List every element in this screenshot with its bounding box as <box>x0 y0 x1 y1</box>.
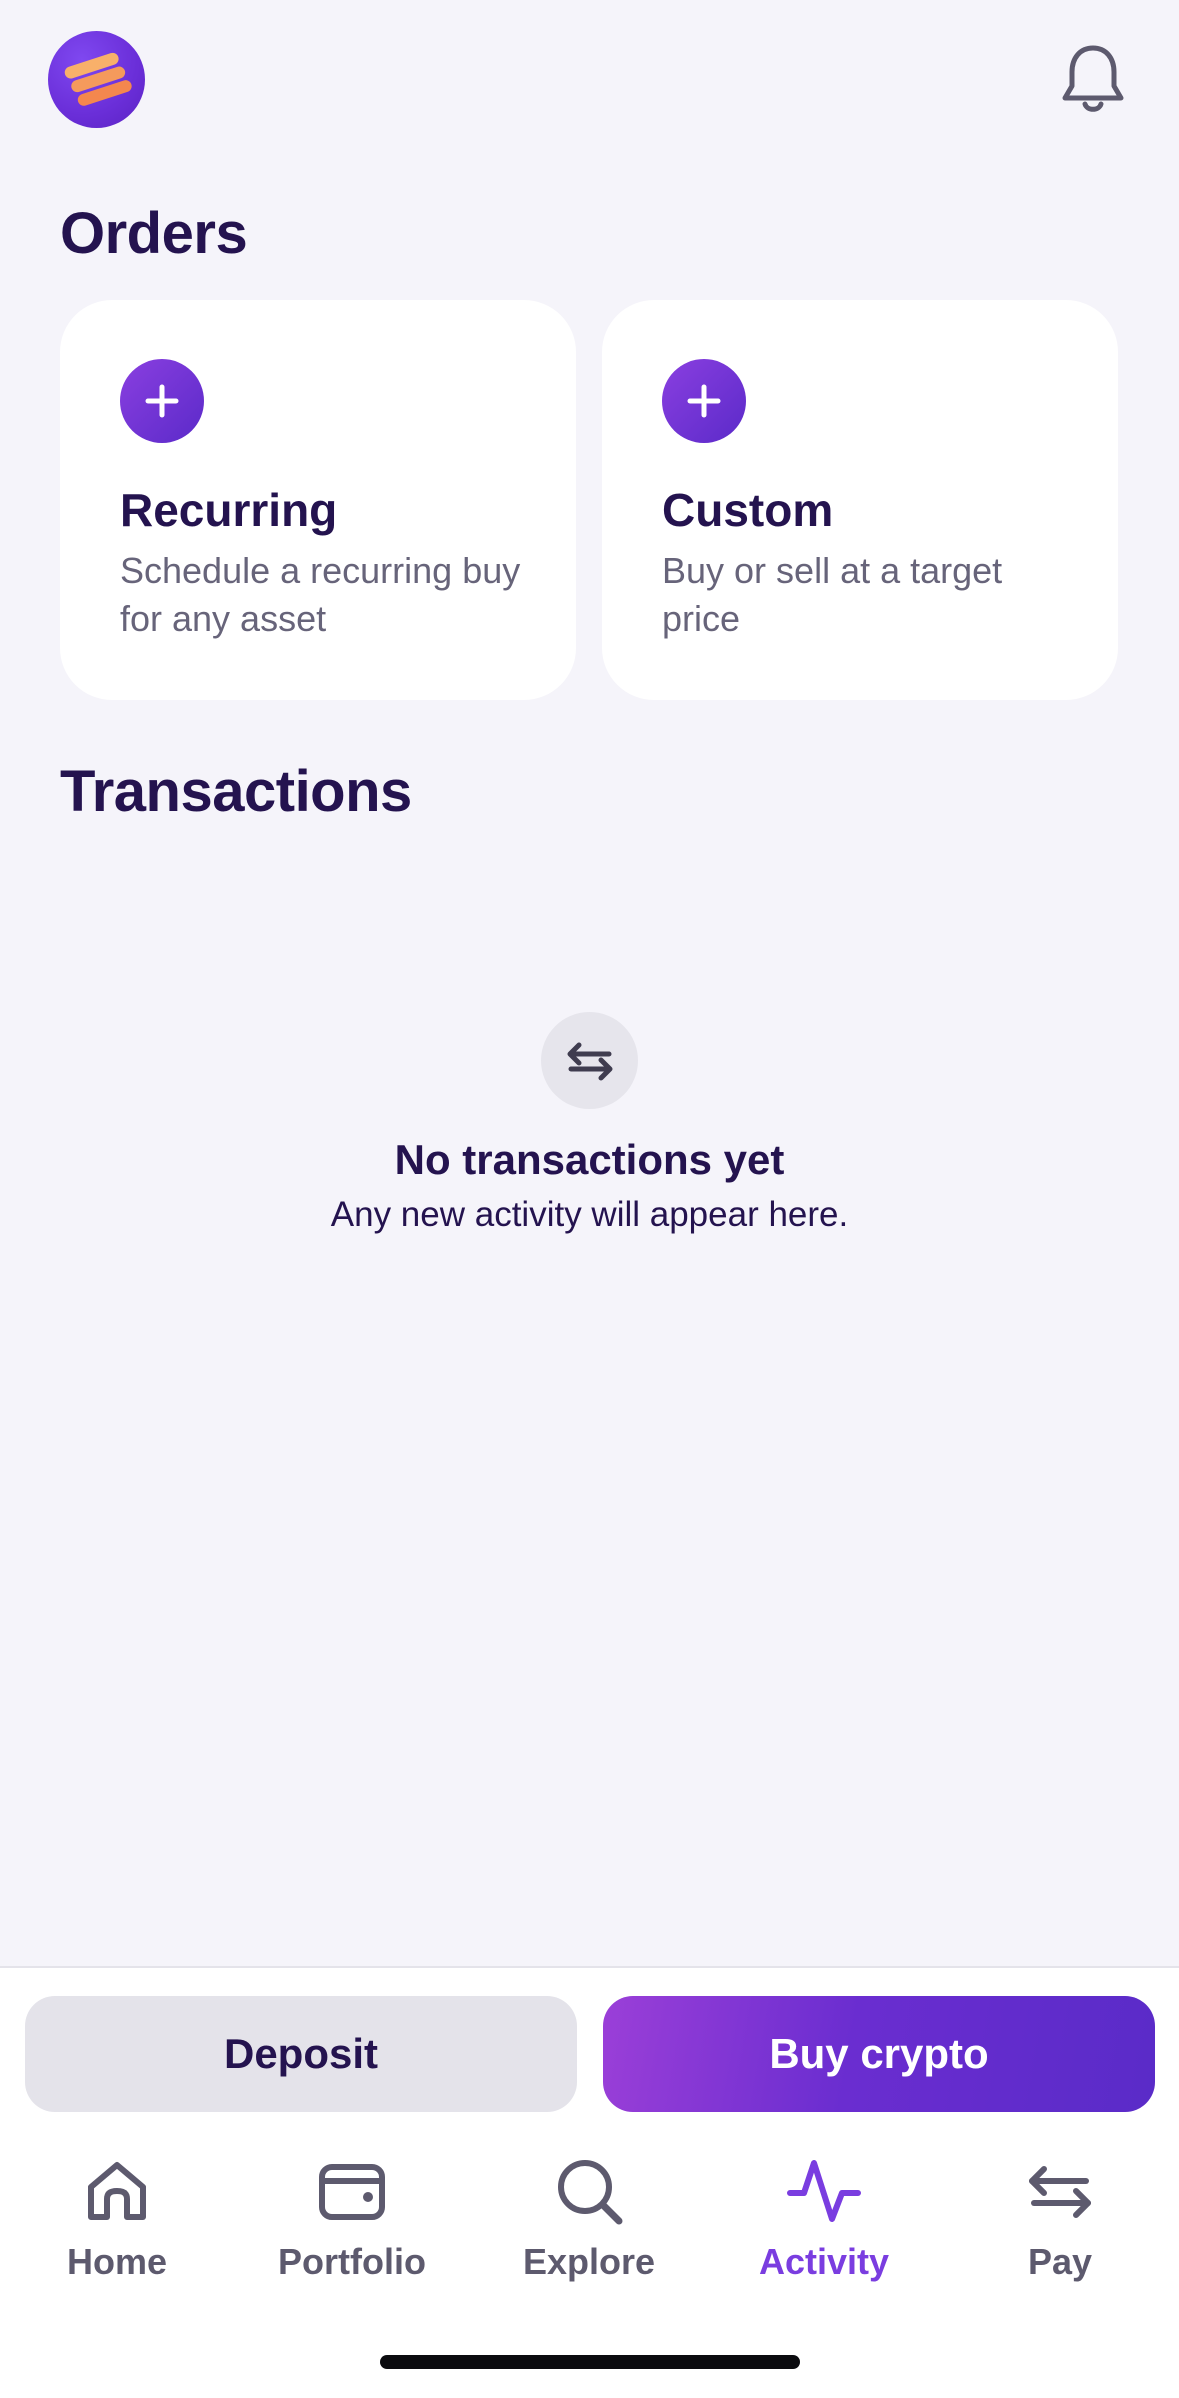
avatar[interactable] <box>48 31 145 128</box>
swap-arrows-icon <box>1029 2166 1091 2218</box>
home-icon <box>88 2162 146 2220</box>
tab-label: Home <box>66 2241 168 2282</box>
tab-explore[interactable]: Explore <box>489 2153 689 2293</box>
orders-title: Orders <box>60 201 248 266</box>
card-title: Custom <box>662 484 834 536</box>
tab-activity[interactable]: Activity <box>724 2153 924 2293</box>
tab-label: Activity <box>758 2241 890 2282</box>
recurring-order-card[interactable]: Recurring Schedule a recurring buy for a… <box>60 300 576 700</box>
home-indicator[interactable] <box>380 2355 800 2369</box>
empty-state-title: No transactions yet <box>394 1136 785 1183</box>
plus-icon <box>145 384 179 418</box>
buy-crypto-button[interactable]: Buy crypto <box>603 1996 1155 2112</box>
transactions-title: Transactions <box>60 759 412 824</box>
activity-icon <box>787 2160 861 2222</box>
search-icon <box>558 2160 623 2225</box>
plus-icon <box>687 384 721 418</box>
notification-button[interactable] <box>1060 42 1126 116</box>
tab-label: Pay <box>1027 2241 1093 2282</box>
card-title: Recurring <box>120 484 338 536</box>
empty-state-subtitle: Any new activity will appear here. <box>330 1195 849 1234</box>
bottom-panel: Deposit Buy crypto Home Portfolio Explor… <box>0 1966 1179 2398</box>
bell-icon <box>1062 45 1124 112</box>
add-custom-button[interactable] <box>662 359 746 443</box>
add-recurring-button[interactable] <box>120 359 204 443</box>
tab-pay[interactable]: Pay <box>960 2153 1160 2293</box>
stacked-bars-logo-icon <box>64 52 132 106</box>
tab-label: Portfolio <box>278 2241 426 2282</box>
swap-arrows-icon <box>567 1042 613 1081</box>
tab-home[interactable]: Home <box>17 2153 217 2293</box>
tab-label: Explore <box>522 2241 656 2282</box>
card-description: Buy or sell at a target price <box>662 550 1003 639</box>
tab-portfolio[interactable]: Portfolio <box>252 2153 452 2293</box>
custom-order-card[interactable]: Custom Buy or sell at a target price <box>602 300 1118 700</box>
wallet-icon <box>319 2164 385 2220</box>
card-description: Schedule a recurring buy for any asset <box>120 550 521 639</box>
deposit-button[interactable]: Deposit <box>25 1996 577 2112</box>
empty-state-icon <box>541 1012 638 1109</box>
